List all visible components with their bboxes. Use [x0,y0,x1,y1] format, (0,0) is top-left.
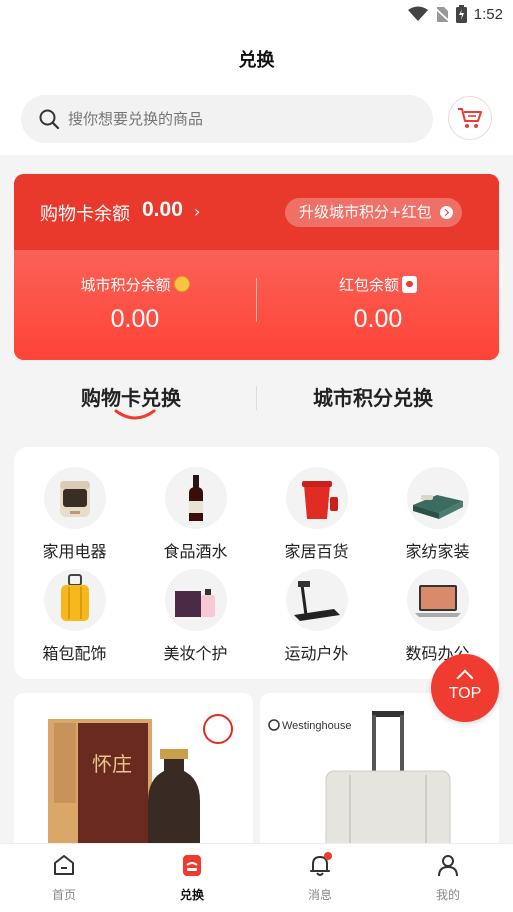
nav-item-profile[interactable]: 我的 [384,852,512,903]
city-points-block[interactable]: 城市积分余额 0.00 [14,274,256,334]
category-label: 家居百货 [284,542,349,561]
shopping-card-balance-label[interactable]: 购物卡余额 [40,200,130,226]
red-bucket-icon [285,467,348,529]
bottom-nav: 首页 兑换 消息 我的 [0,843,513,912]
red-packet-label: 红包余额 [338,276,399,294]
upgrade-button-label: 升级城市积分+红包 [299,203,432,221]
cart-icon [458,108,482,128]
balance-card: 购物卡余额 0.00 › 升级城市积分+红包 城市积分余额 0.00 红包余额 … [14,174,499,360]
exchange-icon [183,855,201,876]
category-label: 箱包配饰 [42,644,107,663]
product-brand-text: 怀庄 [92,752,132,776]
balance-card-header: 购物卡余额 0.00 › 升级城市积分+红包 [14,174,499,250]
search-input[interactable] [68,110,408,128]
search-box[interactable] [21,95,433,143]
red-packet-value: 0.00 [353,305,403,333]
active-tab-indicator [114,409,156,420]
upgrade-button[interactable]: 升级城市积分+红包 [285,198,462,227]
nav-item-exchange[interactable]: 兑换 [128,852,256,903]
category-item[interactable]: 美妆个护 [135,569,256,664]
category-item[interactable]: 家居百货 [256,467,377,562]
red-packet-block[interactable]: 红包余额 0.00 [257,274,499,334]
user-icon [438,855,458,877]
title-bar: 兑换 [0,30,513,86]
category-item[interactable]: 食品酒水 [135,467,256,562]
city-points-label: 城市积分余额 [80,276,171,294]
page-title: 兑换 [238,50,275,71]
red-packet-icon [402,276,417,293]
liquor-gift-box-image: 怀庄 [48,714,233,853]
battery-icon [455,5,467,23]
arrow-circle-icon [439,206,453,219]
exchange-tabs: 购物卡兑换 城市积分兑换 [0,372,513,432]
city-points-label-row: 城市积分余额 [14,274,256,295]
category-item[interactable]: 箱包配饰 [14,569,135,664]
category-label: 食品酒水 [163,542,228,561]
category-grid: 家用电器 食品酒水 家居百货 家纺家装 箱包配饰 美妆个护 运动户外 数码办公 [14,447,499,679]
back-to-top-button[interactable]: TOP [431,654,499,722]
category-item[interactable]: 数码办公 [377,569,498,664]
nav-item-home[interactable]: 首页 [0,852,128,903]
no-sim-icon [434,6,449,22]
category-label: 家用电器 [42,542,107,561]
chevron-up-icon [456,669,474,687]
cart-button[interactable] [448,96,492,140]
category-label: 家纺家装 [405,542,470,561]
suitcase-icon [43,569,106,631]
bed-icon [406,467,469,529]
laptop-icon [406,569,469,631]
chevron-right-icon[interactable]: › [194,202,200,221]
wine-bottle-icon [164,467,227,529]
red-packet-label-row: 红包余额 [257,274,499,295]
shopping-card-balance-value[interactable]: 0.00 [142,198,183,222]
nav-label: 首页 [51,888,76,902]
category-item[interactable]: 家用电器 [14,467,135,562]
balance-card-body: 城市积分余额 0.00 红包余额 0.00 [14,250,499,360]
category-item[interactable]: 运动户外 [256,569,377,664]
product-brand-text: Westinghouse [282,720,352,732]
status-time: 1:52 [473,5,503,23]
search-row [0,86,513,155]
city-points-value: 0.00 [110,305,160,333]
nav-label: 消息 [307,888,332,902]
bell-icon [310,852,332,876]
tab-divider [256,386,257,410]
category-item[interactable]: 家纺家装 [377,467,498,562]
status-bar: 1:52 [0,0,513,30]
search-icon [39,109,60,130]
nav-label: 兑换 [179,888,204,902]
back-to-top-label: TOP [448,685,482,702]
category-label: 运动户外 [284,644,349,663]
wifi-icon [407,6,428,21]
air-fryer-icon [43,467,106,529]
nav-label: 我的 [435,888,460,902]
treadmill-icon [285,569,348,631]
perfume-icon [164,569,227,631]
coin-stack-icon [173,276,190,292]
category-label: 美妆个护 [163,644,228,663]
nav-item-messages[interactable]: 消息 [256,852,384,903]
product-card[interactable]: 怀庄 [14,693,253,853]
tab-shopping-card-exchange[interactable]: 购物卡兑换 [81,382,181,411]
home-icon [54,855,74,875]
tab-city-points-exchange[interactable]: 城市积分兑换 [313,382,433,411]
